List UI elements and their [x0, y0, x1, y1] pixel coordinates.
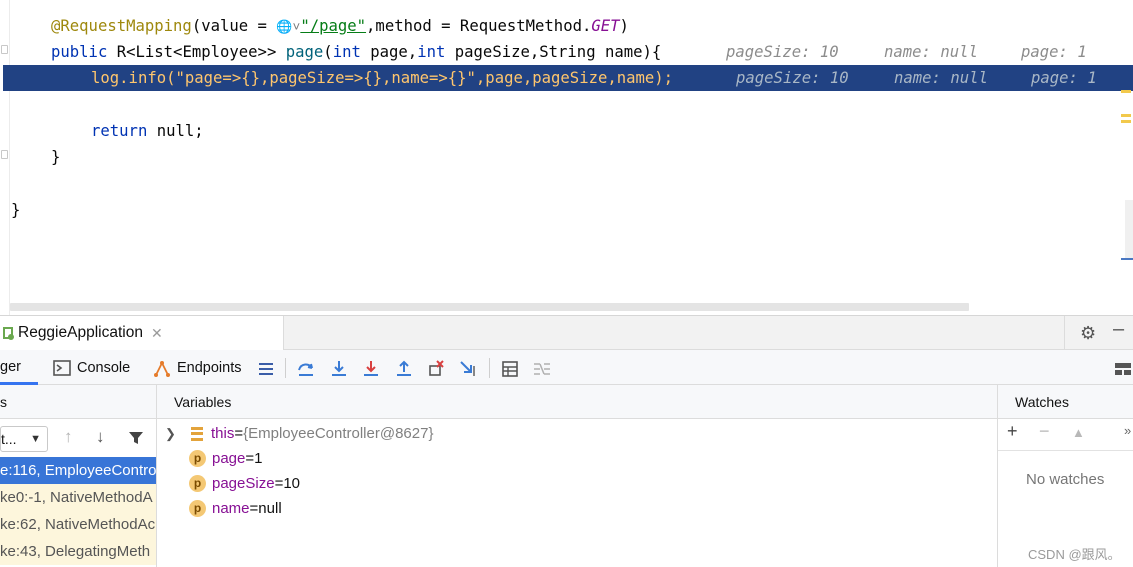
watches-pane: Watches + − ▲ » No watches — [997, 385, 1133, 567]
debug-tool-window: ReggieApplication ✕ ⚙ – ger Console Endp… — [0, 315, 1133, 567]
code-line-method-close[interactable]: } — [0, 144, 1133, 170]
add-watch-icon[interactable]: + — [1007, 421, 1018, 442]
variable-row-pagesize[interactable]: p pageSize = 10 — [189, 471, 300, 496]
code-line-class-close[interactable]: } — [0, 197, 1133, 223]
endpoints-icon — [154, 360, 170, 377]
variables-pane: Variables ❯ this = {EmployeeController@8… — [157, 385, 997, 567]
spring-app-icon — [3, 327, 14, 340]
evaluate-expression-icon[interactable] — [500, 359, 520, 379]
variable-row-page[interactable]: p page = 1 — [189, 446, 262, 471]
close-icon[interactable]: ✕ — [151, 325, 163, 342]
run-to-cursor-icon[interactable] — [459, 359, 479, 379]
divider — [1064, 316, 1065, 350]
run-config-tabbar: ReggieApplication ✕ ⚙ – — [0, 316, 1133, 350]
chevron-right-icon[interactable]: ❯ — [165, 421, 181, 446]
code-line-return[interactable]: return null; — [0, 118, 1133, 144]
frame-row[interactable]: e:116, EmployeeContro — [0, 457, 156, 484]
menu-icon[interactable] — [256, 359, 276, 379]
step-into-icon[interactable] — [329, 359, 349, 379]
inline-value-hint: name: null — [884, 43, 978, 61]
watermark: CSDN @跟风。 — [1028, 547, 1121, 562]
thread-selector[interactable]: t... ▼ — [0, 426, 48, 452]
inline-value-hint: page: 1 — [1021, 43, 1087, 61]
frame-row[interactable]: ke0:-1, NativeMethodA — [0, 484, 156, 511]
toolbar-separator — [489, 358, 490, 378]
step-out-icon[interactable] — [394, 359, 414, 379]
remove-watch-icon[interactable]: − — [1039, 421, 1050, 442]
frames-header: s — [0, 385, 156, 419]
inline-value-hint: pageSize: 10 — [736, 69, 849, 87]
inline-value-hint: name: null — [894, 69, 988, 87]
arrow-down-icon[interactable]: ↓ — [96, 427, 105, 447]
inline-value-hint: page: 1 — [1031, 69, 1097, 87]
tab-console[interactable]: Console — [53, 351, 130, 385]
error-stripe-marker[interactable] — [1121, 120, 1131, 123]
more-icon[interactable]: » — [1124, 423, 1131, 438]
code-line-method-signature[interactable]: public R<List<Employee>> page(int page,i… — [0, 39, 1133, 65]
annotation: @RequestMapping — [51, 17, 192, 35]
empty-watches-text: No watches — [1026, 471, 1105, 488]
move-up-icon[interactable]: ▲ — [1072, 425, 1085, 440]
layout-icon[interactable] — [1113, 359, 1133, 379]
inline-value-hint: pageSize: 10 — [726, 43, 839, 61]
globe-icon[interactable]: 🌐˅ — [276, 15, 300, 41]
frame-row[interactable]: ke:43, DelegatingMeth — [0, 538, 156, 565]
error-stripe-marker[interactable] — [1121, 90, 1131, 93]
force-step-into-icon[interactable] — [361, 359, 381, 379]
trace-current-stream-icon[interactable] — [532, 359, 552, 379]
frames-pane: s t... ▼ ↑ ↓ e:116, EmployeeContro ke0:-… — [0, 385, 157, 567]
debug-toolbar: ger Console Endpoints — [0, 351, 1133, 385]
scroll-position-marker — [1121, 258, 1133, 260]
minimize-icon[interactable]: – — [1113, 318, 1124, 341]
chevron-down-icon: ▼ — [30, 433, 41, 445]
parameter-icon: p — [189, 450, 206, 467]
run-config-tab[interactable]: ReggieApplication ✕ — [0, 316, 284, 350]
toolbar-separator — [285, 358, 286, 378]
drop-frame-icon[interactable] — [426, 359, 446, 379]
arrow-up-icon[interactable]: ↑ — [64, 427, 73, 447]
code-line-request-mapping[interactable]: @RequestMapping(value = 🌐˅"/page",method… — [0, 13, 1133, 39]
variable-row-name[interactable]: p name = null — [189, 496, 282, 521]
tab-debugger[interactable]: ger — [0, 351, 38, 385]
watches-header: Watches — [998, 385, 1133, 419]
frame-row[interactable]: ke:62, NativeMethodAc — [0, 511, 156, 538]
field-icon — [191, 426, 203, 441]
variables-header: Variables — [157, 385, 997, 419]
code-editor[interactable]: @RequestMapping(value = 🌐˅"/page",method… — [0, 0, 1133, 315]
editor-vertical-scrollbar[interactable] — [1125, 200, 1133, 260]
parameter-icon: p — [189, 475, 206, 492]
current-execution-line[interactable]: log.info("page=>{},pageSize=>{},name=>{}… — [3, 65, 1133, 91]
variable-row-this[interactable]: ❯ this = {EmployeeController@8627} — [165, 421, 433, 446]
url-link[interactable]: "/page" — [300, 17, 366, 35]
run-config-label: ReggieApplication — [18, 324, 143, 341]
error-stripe-marker[interactable] — [1121, 114, 1131, 117]
divider — [998, 450, 1133, 451]
gear-icon[interactable]: ⚙ — [1080, 323, 1096, 344]
step-over-icon[interactable] — [296, 359, 316, 379]
filter-icon[interactable] — [128, 430, 144, 446]
editor-horizontal-scrollbar[interactable] — [10, 303, 969, 311]
parameter-icon: p — [189, 500, 206, 517]
console-icon — [53, 360, 71, 376]
tab-endpoints[interactable]: Endpoints — [152, 351, 242, 385]
